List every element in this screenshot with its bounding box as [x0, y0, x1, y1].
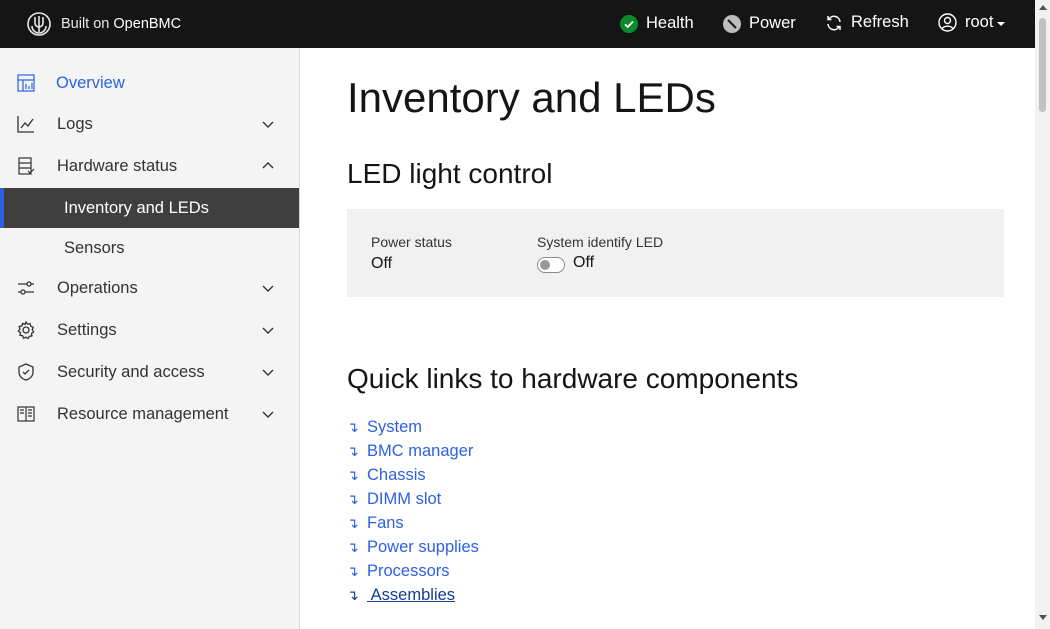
quick-link-processors[interactable]: ↴ Processors	[347, 559, 479, 583]
openbmc-logo-icon	[26, 11, 52, 37]
quick-link-label: Assemblies	[367, 585, 456, 604]
quick-link-chassis[interactable]: ↴ Chassis	[347, 463, 479, 487]
sidebar-item-overview[interactable]: Overview	[0, 62, 299, 104]
refresh-icon	[825, 14, 843, 32]
arrow-down-icon: ↴	[347, 442, 359, 459]
quick-link-label: Chassis	[367, 465, 426, 484]
quick-link-fans[interactable]: ↴ Fans	[347, 511, 479, 535]
sidebar-item-label: Hardware status	[57, 156, 178, 175]
arrow-down-icon: ↴	[347, 586, 359, 603]
arrow-down-icon: ↴	[347, 562, 359, 579]
power-off-icon	[723, 14, 741, 33]
quick-link-label: BMC manager	[367, 441, 474, 460]
chevron-down-icon	[262, 285, 274, 292]
quick-link-label: DIMM slot	[367, 489, 442, 508]
scroll-up-arrow-icon[interactable]	[1039, 5, 1047, 10]
book-icon	[17, 405, 35, 423]
user-avatar-icon	[938, 13, 957, 32]
chevron-down-icon	[262, 121, 274, 128]
sidebar-item-label: Logs	[57, 114, 93, 133]
sidebar-subitem-inventory-and-leds[interactable]: Inventory and LEDs	[0, 188, 299, 228]
sidebar-item-resource-management[interactable]: Resource management	[0, 393, 299, 435]
caret-down-icon	[997, 21, 1006, 26]
quick-link-label: Fans	[367, 513, 404, 532]
dashboard-icon	[17, 74, 35, 92]
chevron-down-icon	[262, 369, 274, 376]
identify-led-value: Off	[573, 254, 595, 271]
refresh-button[interactable]: Refresh	[825, 13, 909, 32]
brand-name: OpenBMC	[113, 16, 182, 32]
sidebar-subitem-label: Inventory and LEDs	[64, 198, 209, 217]
arrow-down-icon: ↴	[347, 514, 359, 531]
check-circle-icon	[620, 14, 638, 33]
power-status-button[interactable]: Power	[723, 14, 796, 33]
brand[interactable]: Built on OpenBMC	[26, 11, 181, 37]
sidebar-item-label: Resource management	[57, 404, 229, 423]
toggle-knob	[540, 260, 550, 270]
chevron-up-icon	[262, 162, 274, 169]
sidebar-item-operations[interactable]: Operations	[0, 267, 299, 309]
sliders-icon	[17, 279, 35, 297]
arrow-down-icon: ↴	[347, 490, 359, 507]
sidebar-subitem-sensors[interactable]: Sensors	[0, 228, 299, 268]
arrow-down-icon: ↴	[347, 466, 359, 483]
power-status-label: Power status	[371, 234, 452, 250]
health-status-button[interactable]: Health	[620, 14, 694, 33]
chart-line-icon	[17, 115, 35, 133]
quick-link-label: System	[367, 417, 423, 436]
user-label: root	[965, 13, 994, 31]
power-status-value: Off	[371, 255, 393, 272]
sidebar-item-label: Security and access	[57, 362, 205, 381]
sidebar-item-logs[interactable]: Logs	[0, 103, 299, 145]
led-control-panel: Power status Off System identify LED Off	[347, 209, 1004, 297]
identify-led-toggle[interactable]	[537, 257, 565, 273]
quick-link-bmc-manager[interactable]: ↴ BMC manager	[347, 439, 479, 463]
user-menu-button[interactable]: root	[938, 13, 1006, 32]
sidebar-nav: Overview Logs Hardware status Inventory …	[0, 48, 300, 629]
quick-link-label: Processors	[367, 561, 450, 580]
sidebar-subitem-label: Sensors	[64, 238, 125, 257]
main-content: Inventory and LEDs LED light control Pow…	[300, 48, 1035, 629]
page-title: Inventory and LEDs	[347, 74, 716, 121]
identify-led-label: System identify LED	[537, 234, 664, 250]
sidebar-item-label: Operations	[57, 278, 138, 297]
arrow-down-icon: ↴	[347, 418, 359, 435]
quick-link-label: Power supplies	[367, 537, 479, 556]
refresh-label: Refresh	[851, 13, 909, 31]
shield-icon	[17, 363, 35, 381]
sidebar-item-settings[interactable]: Settings	[0, 309, 299, 351]
quick-links-list: ↴ System ↴ BMC manager ↴ Chassis ↴ DIMM slot…	[347, 415, 479, 607]
quick-link-power-supplies[interactable]: ↴ Power supplies	[347, 535, 479, 559]
chevron-down-icon	[262, 411, 274, 418]
quick-link-assemblies[interactable]: ↴ Assemblies	[347, 583, 479, 607]
health-label: Health	[646, 14, 694, 32]
sidebar-item-label: Settings	[57, 320, 117, 339]
led-section-title: LED light control	[347, 158, 553, 189]
page-scrollbar[interactable]	[1035, 0, 1050, 629]
sidebar-item-label: Overview	[56, 73, 125, 92]
server-icon	[17, 157, 35, 175]
quick-link-dimm-slot[interactable]: ↴ DIMM slot	[347, 487, 479, 511]
scroll-down-arrow-icon[interactable]	[1039, 615, 1047, 620]
top-navbar: Built on OpenBMC Health Power Refresh ro…	[0, 0, 1035, 48]
brand-text: Built on OpenBMC	[61, 16, 181, 32]
sidebar-item-hardware-status[interactable]: Hardware status	[0, 145, 299, 187]
gear-icon	[17, 321, 35, 339]
scrollbar-thumb[interactable]	[1039, 18, 1046, 112]
sidebar-item-security-and-access[interactable]: Security and access	[0, 351, 299, 393]
quick-link-system[interactable]: ↴ System	[347, 415, 479, 439]
quick-links-title: Quick links to hardware components	[347, 363, 799, 394]
chevron-down-icon	[262, 327, 274, 334]
power-label: Power	[749, 14, 796, 32]
brand-prefix: Built on	[61, 16, 110, 32]
arrow-down-icon: ↴	[347, 538, 359, 555]
